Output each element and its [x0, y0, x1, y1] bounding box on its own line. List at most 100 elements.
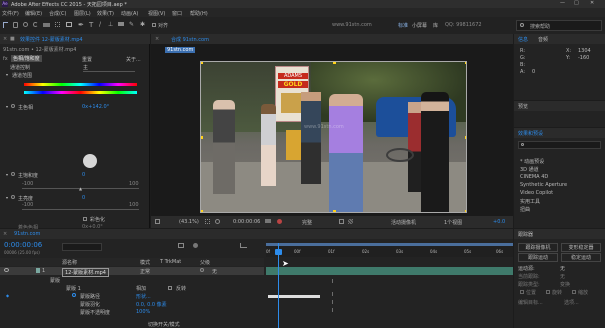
rotate-tool-icon[interactable]	[33, 22, 38, 27]
timeline-search-input[interactable]	[62, 243, 102, 251]
grid-icon[interactable]	[205, 219, 210, 224]
timeline-timecode[interactable]: 0:00:00:06	[4, 241, 42, 249]
keyframe-marker[interactable]: I	[332, 279, 333, 285]
mask-vertex-handle[interactable]	[201, 210, 203, 212]
keyframe-nav-icon[interactable]: ◆	[6, 293, 9, 298]
colorize-checkbox[interactable]	[83, 217, 87, 221]
mask-path-value[interactable]: 形状...	[136, 293, 151, 300]
comp-viewer-frame[interactable]: ADAMS GOLD www.91stn.com	[200, 61, 467, 213]
mask-vertex-handle[interactable]	[465, 210, 466, 212]
fx-icon[interactable]: fx	[3, 56, 8, 62]
mask-vertex-handle[interactable]	[333, 62, 336, 64]
preset-item[interactable]: 扭曲	[520, 206, 530, 213]
layer-duration-bar[interactable]	[266, 267, 513, 275]
rotation-checkbox[interactable]	[546, 290, 550, 294]
track-motion-button[interactable]: 跟踪运动	[518, 253, 558, 262]
keyframe-marker[interactable]: I	[332, 300, 333, 306]
layer-parent-dropdown[interactable]: 无	[212, 268, 217, 275]
clone-tool-icon[interactable]: ⊥	[108, 21, 113, 28]
region-of-interest-icon[interactable]	[339, 219, 344, 224]
search-help-box[interactable]: 搜索帮助	[516, 20, 602, 31]
mask-1-label[interactable]: 蒙版 1	[66, 285, 81, 292]
preset-item[interactable]: 实用工具	[520, 198, 540, 205]
mask-vertex-handle[interactable]	[465, 136, 466, 139]
preview-tab[interactable]: 预览	[518, 103, 528, 110]
current-track-dropdown[interactable]: 无	[560, 273, 565, 280]
preset-item[interactable]: * 动画预设	[520, 158, 544, 165]
position-checkbox[interactable]	[520, 290, 524, 294]
menu-help[interactable]: 帮助(H)	[190, 10, 208, 17]
preset-item[interactable]: Video Copilot	[520, 190, 553, 196]
mask-1-mode[interactable]: 相加	[136, 285, 146, 292]
effect-controls-tab[interactable]: 效果控件 12-蒙版素材.mp4	[20, 36, 83, 43]
panel-close-icon[interactable]: ×	[3, 36, 7, 42]
time-ruler[interactable]: 0f 00f 01f 02s 03s 04s 05s 06s	[266, 243, 513, 257]
playhead-handle[interactable]	[275, 249, 282, 255]
track-camera-button[interactable]: 跟踪摄像机	[518, 243, 558, 252]
about-link[interactable]: 关于...	[126, 56, 141, 63]
menu-file[interactable]: 文件(F)	[2, 10, 19, 17]
color-channel-icon[interactable]	[277, 219, 282, 224]
current-time-indicator[interactable]	[278, 243, 279, 328]
timeline-close-icon[interactable]: ×	[3, 231, 7, 237]
comp-timecode[interactable]: 0:00:00:06	[233, 219, 260, 225]
layer-parent-icon[interactable]	[200, 268, 204, 272]
motion-source-dropdown[interactable]: 无	[560, 265, 565, 272]
puppet-tool-icon[interactable]: ✱	[140, 21, 145, 28]
mask-vertex-handle[interactable]	[201, 62, 203, 64]
zoom-tool-icon[interactable]	[23, 22, 28, 27]
masks-group-label[interactable]: 蒙版	[50, 277, 60, 284]
comp-mini-flowchart-icon[interactable]	[178, 243, 184, 248]
preset-item[interactable]: CINEMA 4D	[520, 174, 548, 180]
pen-tool-icon[interactable]: ✒	[78, 21, 84, 29]
minimize-button[interactable]: —	[560, 0, 565, 6]
exposure-offset[interactable]: +0.0	[493, 219, 505, 225]
stopwatch-icon[interactable]	[72, 293, 76, 297]
mask-opacity-value[interactable]: 100%	[136, 309, 150, 315]
mask-vertex-handle[interactable]	[201, 136, 203, 139]
disclosure-triangle-icon[interactable]: ▾	[6, 72, 8, 77]
snapshot-icon[interactable]	[265, 219, 271, 223]
motion-blur-icon[interactable]	[193, 243, 198, 248]
eye-icon[interactable]	[4, 268, 9, 272]
layer-row[interactable]: 1 12-蒙版素材.mp4 正常 无	[0, 267, 264, 277]
lightness-slider-track[interactable]	[22, 209, 139, 210]
comp-breadcrumb[interactable]: 91stn.com	[165, 47, 196, 53]
selection-tool-icon[interactable]	[3, 22, 8, 28]
warp-stabilizer-button[interactable]: 变形稳定器	[561, 243, 601, 252]
layer-mode-dropdown[interactable]: 正常	[140, 268, 150, 275]
preset-item[interactable]: Synthetic Aperture	[520, 182, 567, 188]
mask-vertex-handle[interactable]	[465, 62, 466, 64]
mask-invert-checkbox[interactable]	[168, 286, 172, 290]
tracker-tab[interactable]: 跟踪器	[518, 231, 533, 238]
graph-editor-icon[interactable]	[240, 243, 247, 248]
track-type-dropdown[interactable]: 变换	[560, 281, 570, 288]
effects-search-input[interactable]	[518, 141, 601, 149]
disclosure-triangle-icon[interactable]: ▾	[6, 172, 8, 177]
zoom-level[interactable]: (43.1%)	[179, 219, 199, 225]
stopwatch-icon[interactable]	[11, 172, 15, 176]
preset-item[interactable]: 3D 通道	[520, 166, 539, 173]
master-saturation-value[interactable]: 0	[82, 172, 85, 178]
mask-path-keyframe-bar[interactable]	[268, 295, 320, 298]
master-lightness-value[interactable]: 0	[82, 195, 85, 201]
workspace-standard[interactable]: 标准	[398, 22, 408, 29]
roto-brush-icon[interactable]: ✎	[129, 21, 134, 28]
mask-feather-value[interactable]: 0.0, 0.0 像素	[136, 301, 167, 308]
hue-dial-knob[interactable]	[83, 154, 97, 168]
lock-icon[interactable]: ×	[155, 36, 159, 42]
eraser-tool-icon[interactable]	[118, 22, 124, 26]
brush-tool-icon[interactable]: /	[99, 21, 101, 28]
work-area-bar[interactable]	[266, 243, 513, 246]
menu-view[interactable]: 视图(V)	[148, 10, 165, 17]
layer-name[interactable]: 12-蒙版素材.mp4	[62, 268, 109, 277]
edit-target-button[interactable]: 编辑目标...	[518, 299, 543, 306]
snap-checkbox[interactable]	[152, 23, 156, 27]
mask-vertex-handle[interactable]	[333, 210, 336, 212]
toggle-switches-modes[interactable]: 切换开关/模式	[148, 321, 180, 328]
menu-layer[interactable]: 图层(L)	[74, 10, 91, 17]
options-button[interactable]: 选项...	[564, 299, 579, 306]
disclosure-triangle-icon[interactable]: ▾	[6, 195, 8, 200]
disclosure-triangle-icon[interactable]: ▾	[6, 104, 8, 109]
stopwatch-icon[interactable]	[11, 195, 15, 199]
